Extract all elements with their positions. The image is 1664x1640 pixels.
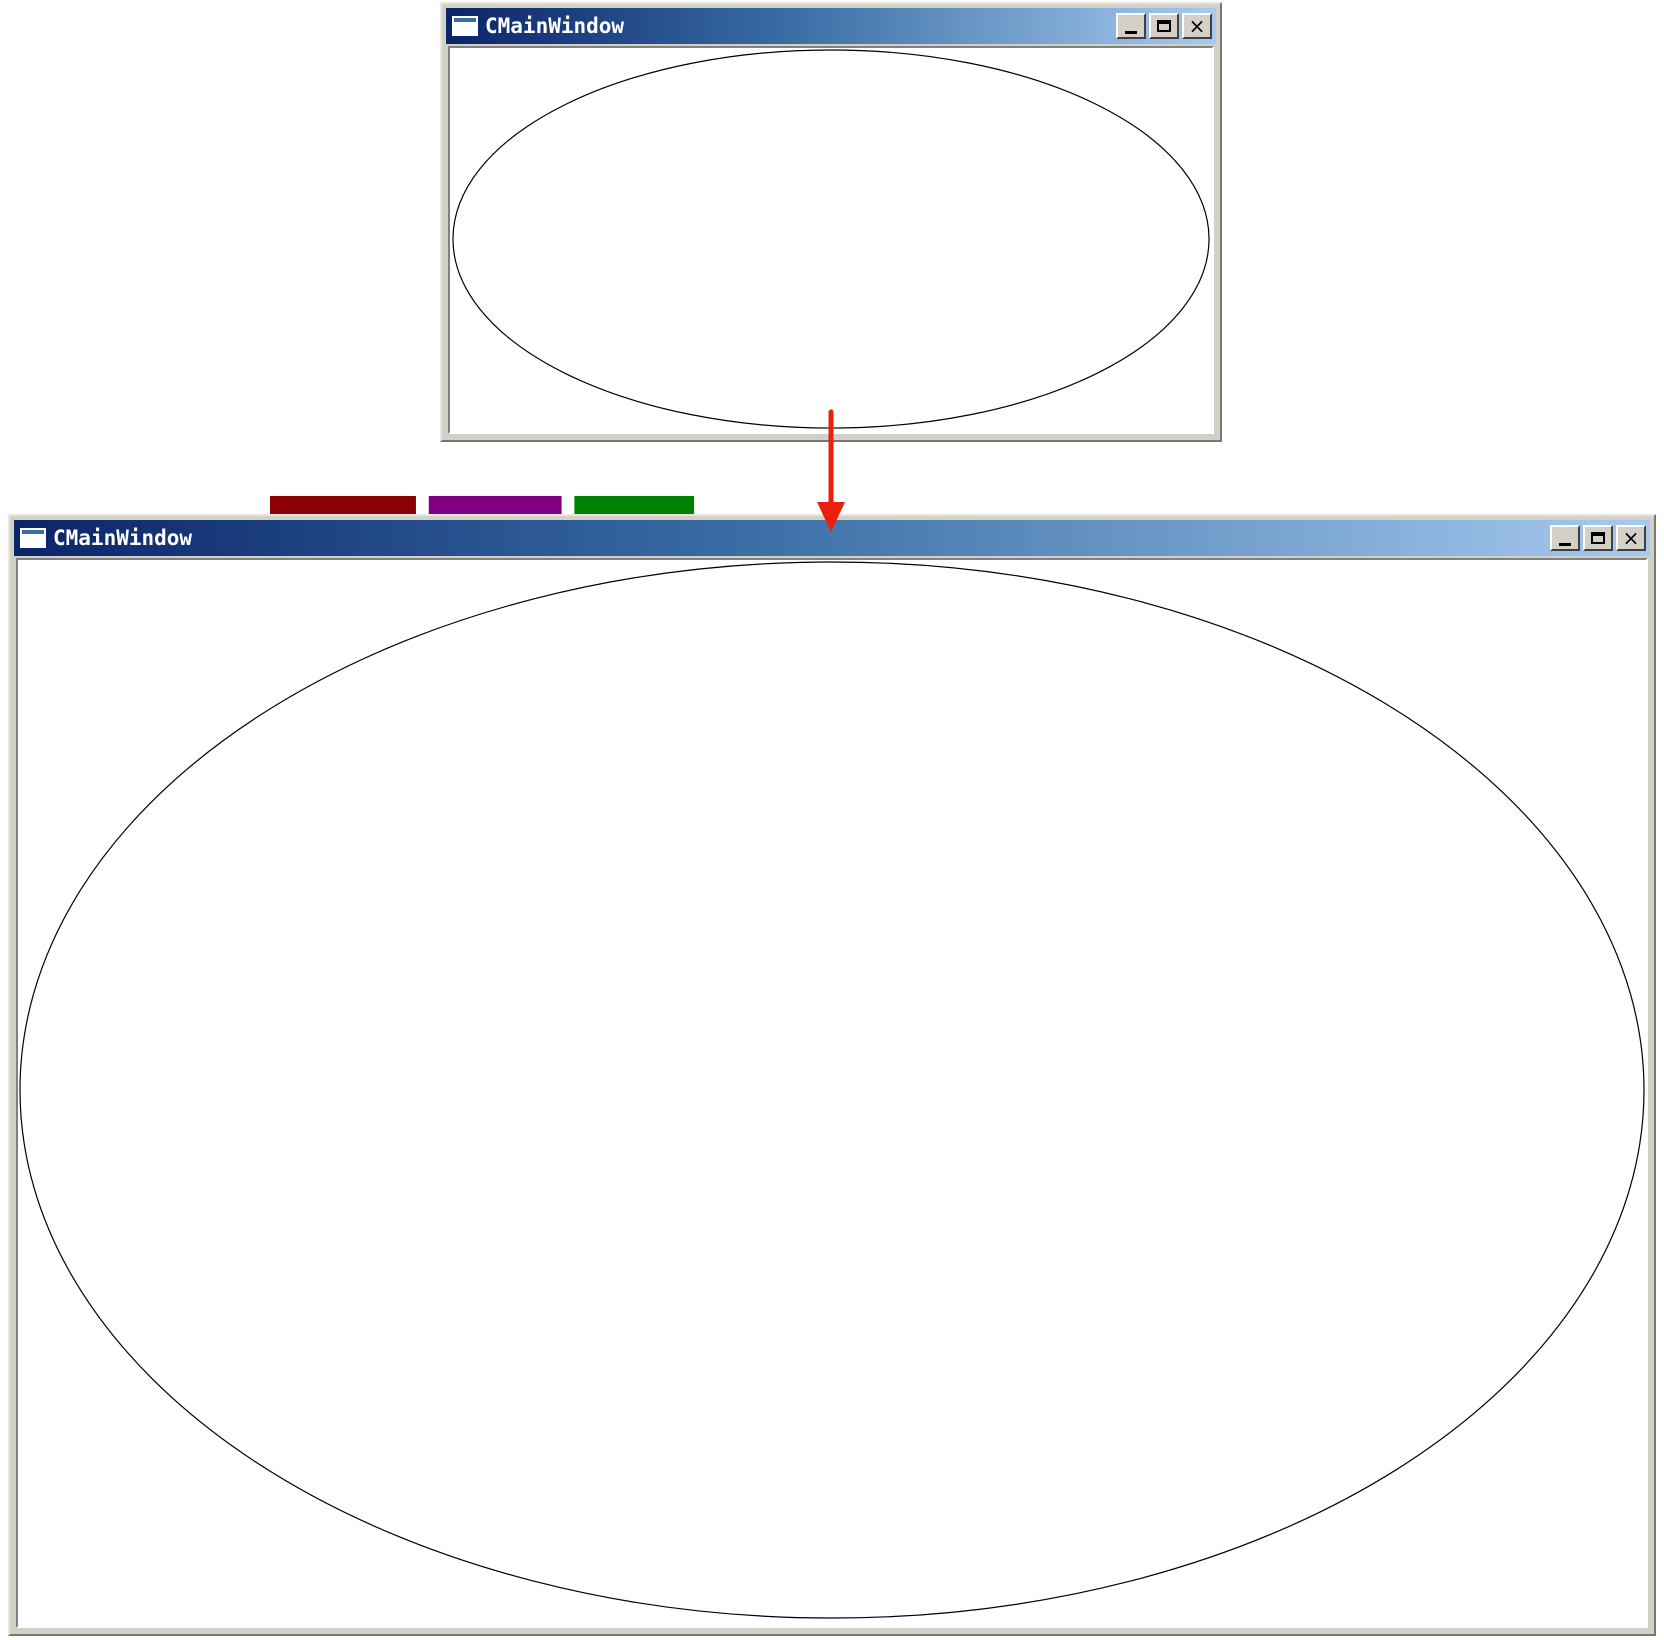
maximize-button[interactable] [1583,525,1613,551]
close-button[interactable]: × [1616,525,1646,551]
ellipse-drawing [452,49,1210,429]
window-title: CMainWindow [485,14,625,38]
maximize-icon [1591,532,1605,544]
window-icon[interactable] [20,528,46,548]
title-bar[interactable]: CMainWindow × [14,520,1650,556]
maximize-icon [1157,20,1171,32]
background-code-fragment: ▇▇▇▇▇▇▇▇▇▇▇ ▇▇▇▇▇▇▇▇▇▇ ▇▇▇▇▇▇▇▇▇ [270,496,694,514]
window-after-resize: CMainWindow × [8,514,1656,1636]
ellipse [452,49,1210,429]
title-bar[interactable]: CMainWindow × [446,8,1216,44]
ellipse-drawing [19,561,1645,1619]
maximize-button[interactable] [1149,13,1179,39]
window-icon[interactable] [452,16,478,36]
minimize-icon [1559,542,1571,546]
window-title: CMainWindow [53,526,193,550]
client-area[interactable] [448,46,1214,434]
minimize-icon [1125,30,1137,34]
client-area[interactable] [16,558,1648,1628]
close-icon: × [1622,526,1640,550]
close-icon: × [1188,14,1206,38]
close-button[interactable]: × [1182,13,1212,39]
ellipse [19,561,1645,1619]
window-before-resize: CMainWindow × [440,2,1222,442]
minimize-button[interactable] [1116,13,1146,39]
minimize-button[interactable] [1550,525,1580,551]
